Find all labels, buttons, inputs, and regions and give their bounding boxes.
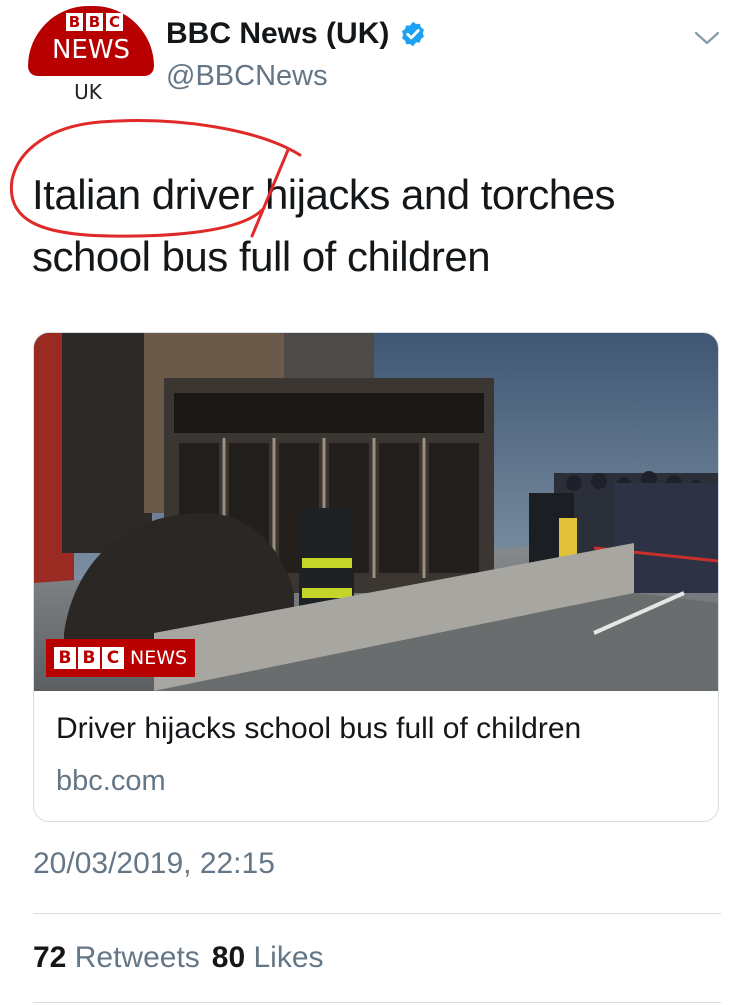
bbc-letter: B [86, 13, 103, 31]
display-name[interactable]: BBC News (UK) [166, 16, 389, 52]
bbc-letter: C [106, 13, 123, 31]
bbc-news-logo: B B C NEWS [28, 6, 154, 76]
news-photo [34, 333, 718, 691]
author-name-row[interactable]: BBC News (UK) [166, 16, 427, 52]
badge-news-word: NEWS [130, 647, 188, 669]
tweet-stats: 72 Retweets 80 Likes [33, 940, 324, 976]
photo-bbc-news-badge: B B C NEWS [46, 639, 196, 677]
tweet-text-rest: hijacks and torches [264, 171, 616, 218]
tweet-text: Italian driver hijacks and torches schoo… [32, 164, 722, 288]
author-handle[interactable]: @BBCNews [166, 58, 328, 94]
tweet-screen: B B C NEWS UK BBC News (UK) @BBCNews Ita… [0, 0, 750, 1005]
tweet-text-line-2: school bus full of children [32, 233, 491, 280]
retweets-stat[interactable]: 72 Retweets [33, 941, 200, 974]
bbc-letters: B B C [66, 13, 123, 31]
divider [33, 1002, 721, 1003]
avatar-news-word: NEWS [51, 35, 131, 65]
tweet-timestamp[interactable]: 20/03/2019, 22:15 [33, 846, 275, 882]
avatar[interactable]: B B C NEWS UK [28, 6, 154, 106]
divider [33, 913, 721, 914]
likes-count: 80 [211, 941, 246, 974]
likes-stat[interactable]: 80 Likes [212, 941, 324, 974]
chevron-down-icon[interactable] [692, 28, 722, 48]
bbc-letter: B [66, 13, 83, 31]
badge-letter: B [54, 647, 76, 669]
link-card[interactable]: B B C NEWS Driver hijacks school bus ful… [33, 332, 719, 822]
avatar-region: UK [74, 80, 102, 104]
card-domain: bbc.com [56, 765, 166, 797]
verified-badge-icon [402, 21, 425, 47]
tweet-text-circled: Italian driver [32, 171, 254, 218]
badge-letter: B [78, 647, 100, 669]
retweets-label: Retweets [74, 941, 200, 974]
badge-letter: C [102, 647, 124, 669]
card-title[interactable]: Driver hijacks school bus full of childr… [56, 711, 581, 747]
likes-label: Likes [253, 941, 324, 974]
retweets-count: 72 [33, 941, 67, 974]
tweet-text-line-1: Italian driver hijacks and torches [32, 164, 722, 226]
